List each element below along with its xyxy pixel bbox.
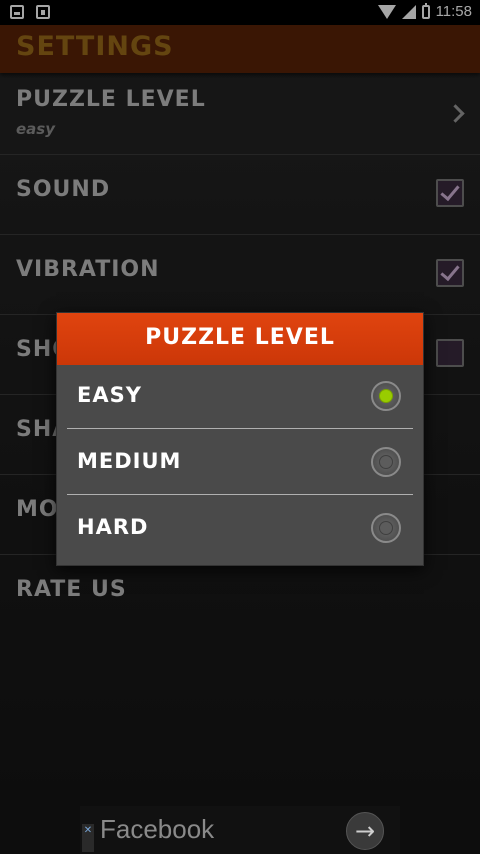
option-hard[interactable]: HARD [67,497,413,561]
option-label: MEDIUM [77,449,182,473]
option-label: EASY [77,383,142,407]
ad-close-icon[interactable]: ✕ [82,824,94,852]
option-label: HARD [77,515,149,539]
dialog-title: PUZZLE LEVEL [145,325,335,350]
arrow-right-icon[interactable]: → [346,812,384,850]
dialog-header: PUZZLE LEVEL [57,313,423,365]
radio-easy[interactable] [371,381,401,411]
radio-hard[interactable] [371,513,401,543]
puzzle-level-dialog: PUZZLE LEVEL EASY MEDIUM HARD [56,312,424,566]
ad-banner[interactable]: ✕ Facebook → [80,806,400,854]
option-medium[interactable]: MEDIUM [67,431,413,495]
ad-text[interactable]: Facebook [100,814,214,845]
option-easy[interactable]: EASY [67,365,413,429]
radio-medium[interactable] [371,447,401,477]
